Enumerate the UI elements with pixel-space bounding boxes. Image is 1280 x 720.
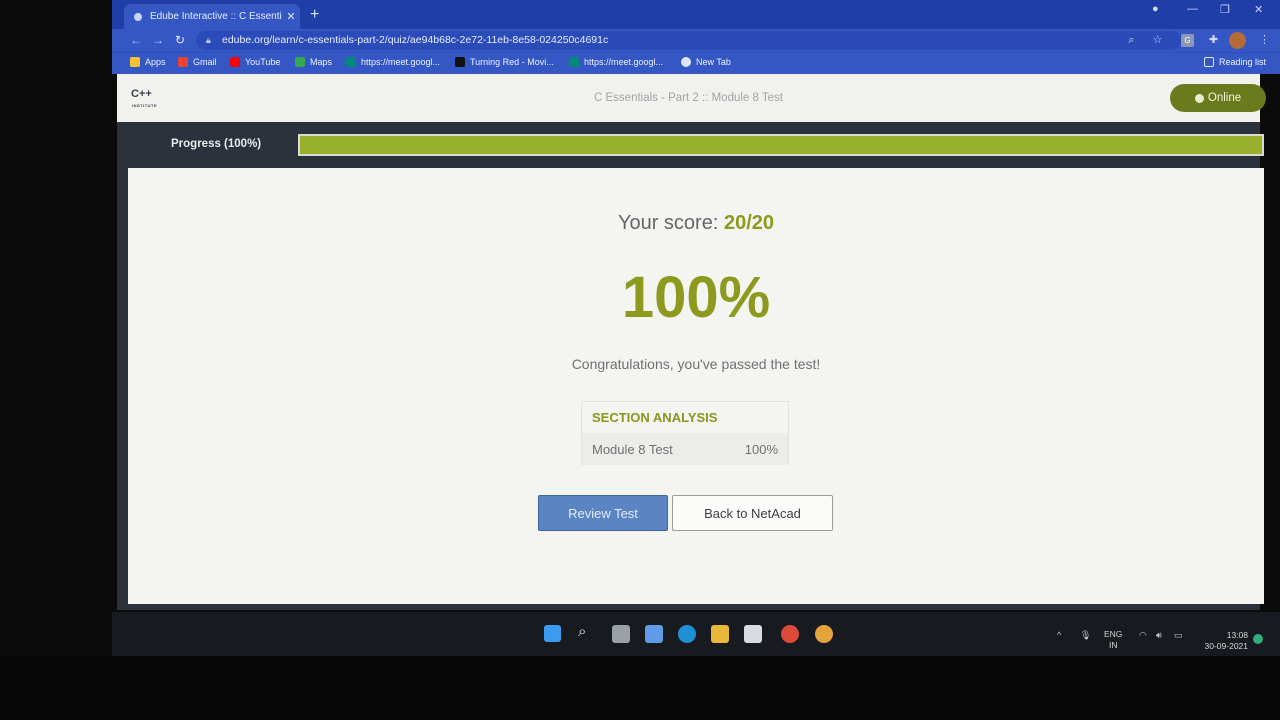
bookmark-apps[interactable]: Apps	[130, 57, 166, 67]
bookmarks-bar: Apps Gmail YouTube Maps https://meet.goo…	[112, 52, 1280, 74]
bookmark-star-icon[interactable]: ☆	[1151, 34, 1164, 47]
progress-label: Progress (100%)	[171, 138, 262, 150]
browser-toolbar: ← → ↻ 🔒︎ edube.org/learn/c-essentials-pa…	[112, 29, 1280, 52]
tab-title: Edube Interactive :: C Essentials ·	[150, 11, 282, 22]
volume-icon[interactable]: 🔊︎	[1156, 630, 1162, 641]
n-icon	[455, 57, 465, 67]
taskbar: ⌕ ^ 🎙︎ ENG IN ◠ 🔊︎ ▭ 13:08 30-09-2021	[112, 612, 1280, 656]
tray-chevron-up-icon[interactable]: ^	[1057, 630, 1061, 640]
pass-message: Congratulations, you've passed the test!	[571, 356, 821, 372]
bookmark-label: https://meet.googl...	[584, 57, 664, 67]
clock-time: 13:08	[1226, 630, 1248, 640]
bookmark-new-tab[interactable]: New Tab	[681, 57, 731, 67]
bookmark-label: https://meet.googl...	[361, 57, 441, 67]
lang-code: ENG	[1104, 629, 1123, 639]
microphone-icon[interactable]: 🎙︎	[1080, 630, 1091, 641]
profile-avatar[interactable]	[1229, 32, 1246, 49]
score-label: Your score:	[617, 212, 719, 234]
page-viewport: C++ INSTITUTE C Essentials - Part 2 :: M…	[117, 74, 1266, 610]
section-analysis-heading: SECTION ANALYSIS	[592, 410, 718, 425]
progress-bar-fill	[300, 136, 1262, 154]
store-icon[interactable]	[744, 625, 762, 643]
bookmark-meet-1[interactable]: https://meet.googl...	[346, 57, 440, 67]
bookmark-meet-2[interactable]: https://meet.googl...	[569, 57, 663, 67]
screen: Edube Interactive :: C Essentials · ✕ + …	[0, 0, 1280, 720]
results-card: Your score: 20/20 100% Congratulations, …	[128, 168, 1264, 604]
back-to-netacad-button[interactable]: Back to NetAcad	[672, 495, 833, 531]
maps-icon	[295, 57, 305, 67]
section-row: Module 8 Test 100%	[582, 433, 788, 465]
tab-close-icon[interactable]: ✕	[282, 10, 300, 23]
reading-list-icon	[1204, 57, 1214, 67]
edge-browser-icon[interactable]	[678, 625, 696, 643]
restore-icon[interactable]: ❐	[1220, 3, 1230, 16]
progress-row: Progress (100%)	[117, 122, 1264, 168]
back-arrow-icon[interactable]: ←	[130, 33, 142, 47]
clock-date: 30-09-2021	[1204, 641, 1248, 651]
bookmark-gmail[interactable]: Gmail	[178, 57, 217, 67]
section-analysis-table: SECTION ANALYSIS Module 8 Test 100%	[581, 401, 789, 465]
youtube-icon	[230, 57, 240, 67]
section-value: 100%	[744, 441, 778, 457]
search-icon[interactable]: ⌕	[578, 623, 596, 641]
bookmark-label: Turning Red - Movi...	[470, 57, 554, 67]
file-explorer-icon[interactable]	[711, 625, 729, 643]
browser-tab[interactable]: Edube Interactive :: C Essentials · ✕	[124, 4, 300, 29]
minimize-icon[interactable]: —	[1187, 3, 1198, 15]
meet-icon	[346, 57, 356, 67]
language-indicator[interactable]: ENG IN	[1104, 629, 1122, 651]
site-header: C++ INSTITUTE C Essentials - Part 2 :: M…	[117, 74, 1266, 122]
browser-tab-strip: Edube Interactive :: C Essentials · ✕ + …	[112, 0, 1280, 29]
progress-bar	[298, 134, 1264, 156]
gmail-icon	[178, 57, 188, 67]
globe-icon	[681, 57, 691, 67]
laptop-bezel	[0, 656, 1280, 720]
profile-menu-icon[interactable]: ●	[1152, 3, 1159, 15]
chrome-profile-icon[interactable]	[815, 625, 833, 643]
bookmark-label: New Tab	[696, 57, 731, 67]
course-title: C Essentials - Part 2 :: Module 8 Test	[594, 92, 783, 104]
extensions-puzzle-icon[interactable]: ✚	[1207, 34, 1220, 47]
lang-region: IN	[1108, 640, 1118, 650]
reading-list[interactable]: Reading list	[1204, 57, 1266, 67]
bookmark-label: Gmail	[193, 57, 217, 67]
wifi-icon[interactable]: ◠	[1139, 630, 1147, 641]
online-status-badge[interactable]: Online	[1170, 84, 1266, 112]
chrome-icon[interactable]	[781, 625, 799, 643]
clock[interactable]: 13:08 30-09-2021	[1200, 630, 1248, 652]
reload-icon[interactable]: ↻	[175, 33, 185, 47]
zoom-icon[interactable]: ⌕	[1125, 34, 1138, 47]
tab-favicon-icon	[134, 12, 142, 21]
score-value: 20/20	[723, 212, 775, 234]
score-line: Your score: 20/20	[128, 212, 1264, 235]
url-text: edube.org/learn/c-essentials-part-2/quiz…	[222, 34, 609, 46]
widgets-icon[interactable]	[645, 625, 663, 643]
bookmark-label: Maps	[310, 57, 333, 67]
window-close-icon[interactable]: ✕	[1254, 3, 1263, 16]
lock-icon: 🔒︎	[206, 35, 211, 45]
bookmark-youtube[interactable]: YouTube	[230, 57, 280, 67]
status-dot-icon	[1194, 93, 1204, 103]
address-bar[interactable]: 🔒︎ edube.org/learn/c-essentials-part-2/q…	[196, 31, 1182, 50]
section-name: Module 8 Test	[592, 441, 673, 457]
apps-grid-icon	[130, 57, 140, 67]
chrome-menu-icon[interactable]: ⋮	[1258, 34, 1271, 47]
notification-icon[interactable]	[1253, 634, 1263, 644]
forward-arrow-icon[interactable]: →	[152, 33, 164, 47]
score-percent: 100%	[621, 265, 771, 330]
status-label: Online	[1207, 92, 1242, 104]
review-test-button[interactable]: Review Test	[538, 495, 668, 531]
bookmark-maps[interactable]: Maps	[295, 57, 332, 67]
grammarly-extension-icon[interactable]: G	[1181, 34, 1194, 47]
bookmark-label: YouTube	[245, 57, 281, 67]
battery-icon[interactable]: ▭	[1174, 630, 1183, 641]
bookmark-turning-red[interactable]: Turning Red - Movi...	[455, 57, 554, 67]
meet-icon	[569, 57, 579, 67]
task-view-icon[interactable]	[612, 625, 630, 643]
bookmark-label: Apps	[145, 57, 166, 67]
start-windows-icon[interactable]	[544, 625, 561, 642]
new-tab-plus-icon[interactable]: +	[310, 6, 319, 24]
reading-list-label: Reading list	[1219, 57, 1267, 67]
